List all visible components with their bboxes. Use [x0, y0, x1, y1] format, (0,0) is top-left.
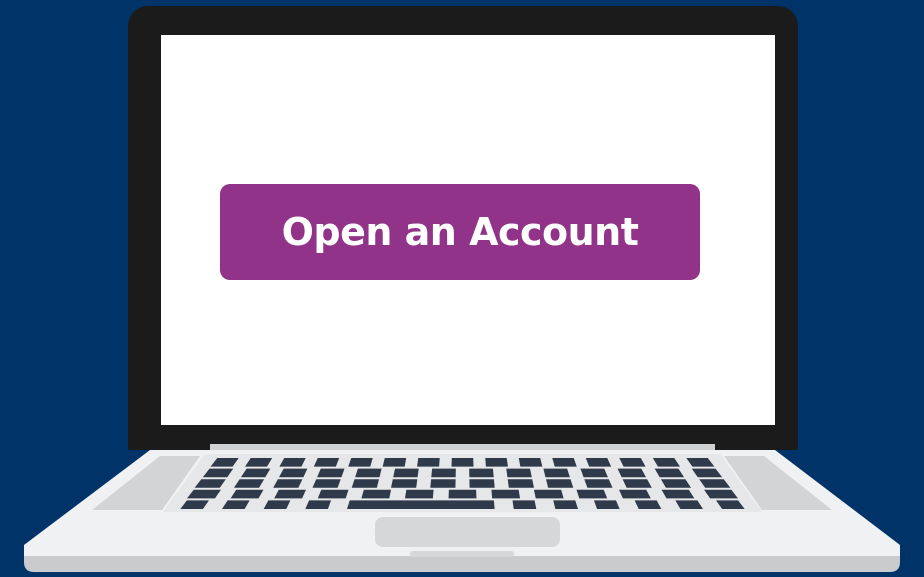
keyboard-key — [274, 489, 306, 499]
keyboard-key — [222, 500, 250, 509]
keyboard-key — [485, 458, 508, 467]
keyboard-key — [312, 479, 341, 488]
keyboard-key — [382, 458, 407, 467]
keyboard-key — [619, 458, 646, 467]
keyboard-key — [545, 479, 574, 488]
keyboard-key — [202, 468, 234, 478]
keyboard-key — [230, 489, 264, 499]
keyboard-keys — [180, 458, 745, 509]
keyboard-key — [691, 468, 723, 478]
keyboard-key — [661, 489, 695, 499]
open-account-button[interactable]: Open an Account — [220, 184, 700, 280]
keyboard-key — [245, 458, 273, 467]
keyboard-key — [391, 479, 418, 488]
keyboard-key — [278, 468, 308, 478]
keyboard-key — [351, 479, 380, 488]
laptop-notch — [410, 551, 514, 557]
keyboard-key — [393, 468, 419, 478]
keyboard-key — [240, 468, 271, 478]
keyboard-key — [652, 458, 680, 467]
keyboard-key — [507, 479, 534, 488]
keyboard-key — [617, 468, 647, 478]
keyboard-key — [622, 479, 652, 488]
keyboard-key — [584, 479, 613, 488]
keyboard-key — [451, 458, 474, 467]
laptop-deck — [24, 450, 900, 570]
trackpad[interactable] — [375, 517, 560, 547]
speaker-right — [724, 456, 832, 510]
keyboard-key — [417, 458, 440, 467]
keyboard-key — [716, 500, 745, 509]
keyboard-key — [675, 500, 703, 509]
keyboard-key — [313, 458, 340, 467]
keyboard-key — [431, 468, 456, 478]
keyboard-key — [660, 479, 692, 488]
keyboard-key — [634, 500, 662, 509]
keyboard — [163, 454, 762, 512]
keyboard-key — [469, 468, 494, 478]
keyboard-key — [279, 458, 306, 467]
speaker-left — [92, 456, 200, 510]
laptop-deck-edge — [24, 556, 900, 572]
keyboard-key — [317, 489, 349, 499]
keyboard-key — [543, 468, 570, 478]
keyboard-key — [355, 468, 382, 478]
keyboard-key — [448, 489, 477, 499]
keyboard-key — [553, 500, 578, 509]
keyboard-key — [512, 500, 537, 509]
keyboard-key — [619, 489, 651, 499]
keyboard-key — [194, 479, 226, 488]
keyboard-key — [704, 489, 738, 499]
keyboard-key — [180, 500, 209, 509]
keyboard-key — [686, 458, 715, 467]
keyboard-key — [361, 489, 392, 499]
keyboard-key — [273, 479, 303, 488]
keyboard-key — [491, 489, 521, 499]
keyboard-key — [317, 468, 345, 478]
laptop-screen: Open an Account — [161, 35, 775, 425]
keyboard-key — [518, 458, 543, 467]
keyboard-key — [348, 458, 373, 467]
keyboard-key — [430, 479, 456, 488]
keyboard-key — [469, 479, 495, 488]
keyboard-key — [699, 479, 731, 488]
keyboard-key — [506, 468, 532, 478]
keyboard-key — [210, 458, 239, 467]
keyboard-key — [593, 500, 620, 509]
keyboard-key — [404, 489, 434, 499]
keyboard-key — [187, 489, 221, 499]
keyboard-key — [585, 458, 612, 467]
keyboard-key — [233, 479, 265, 488]
keyboard-key — [580, 468, 608, 478]
keyboard-key — [576, 489, 608, 499]
keyboard-key — [263, 500, 291, 509]
keyboard-key — [533, 489, 564, 499]
keyboard-key — [552, 458, 577, 467]
keyboard-key — [305, 500, 332, 509]
illustration: Open an Account — [0, 0, 924, 577]
keyboard-key — [347, 500, 495, 509]
keyboard-key — [654, 468, 685, 478]
